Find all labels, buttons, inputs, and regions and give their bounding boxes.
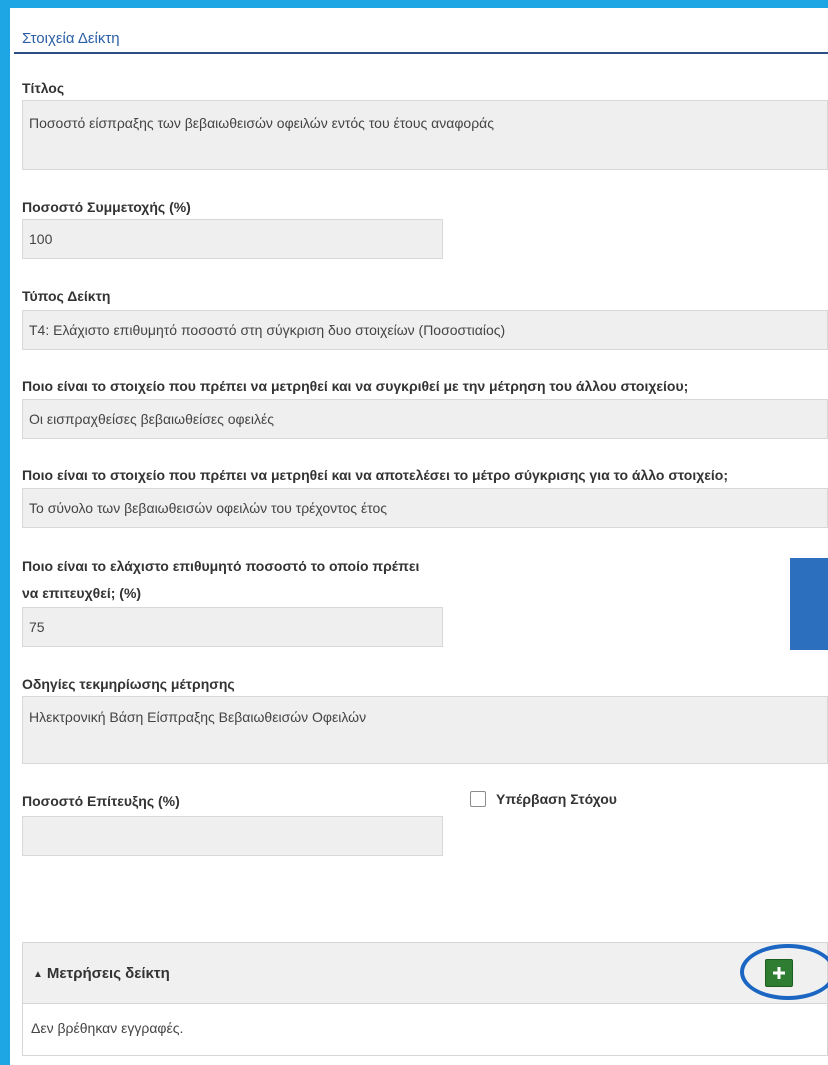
exceed-target-checkbox[interactable] [470,791,486,807]
exceed-target-label: Υπέρβαση Στόχου [496,791,617,807]
participation-label: Ποσοστό Συμμετοχής (%) [22,199,191,215]
measurements-title-wrap[interactable]: ▲ Μετρήσεις δείκτη [33,965,170,982]
indicator-type-field[interactable]: Τ4: Ελάχιστο επιθυμητό ποσοστό στη σύγκρ… [22,310,828,350]
achievement-label: Ποσοστό Επίτευξης (%) [22,793,180,809]
participation-value: 100 [29,231,53,247]
measured-item-field[interactable]: Οι εισπραχθείσες βεβαιωθείσες οφειλές [22,399,828,439]
documentation-value: Ηλεκτρονική Βάση Είσπραξης Βεβαιωθεισών … [29,709,367,725]
measurements-title: Μετρήσεις δείκτη [46,965,170,982]
chevron-up-icon: ▲ [33,969,43,980]
reference-item-label: Ποιο είναι το στοιχείο που πρέπει να μετ… [22,467,729,483]
measurements-panel-header[interactable]: ▲ Μετρήσεις δείκτη [22,942,828,1004]
reference-item-value: Το σύνολο των βεβαιωθεισών οφειλών του τ… [29,500,388,516]
section-divider [14,52,828,54]
min-percentage-label-line2: να επιτευχθεί; (%) [22,585,142,601]
title-value: Ποσοστό είσπραξης των βεβαιωθεισών οφειλ… [29,115,494,131]
title-field[interactable]: Ποσοστό είσπραξης των βεβαιωθεισών οφειλ… [22,100,828,170]
exceed-target-control[interactable]: Υπέρβαση Στόχου [470,791,617,807]
empty-records-text: Δεν βρέθηκαν εγγραφές. [31,1020,184,1036]
participation-field[interactable]: 100 [22,219,443,259]
title-label: Τίτλος [22,80,65,96]
side-panel-block [790,558,828,650]
indicator-type-value: Τ4: Ελάχιστο επιθυμητό ποσοστό στη σύγκρ… [29,322,506,338]
reference-item-field[interactable]: Το σύνολο των βεβαιωθεισών οφειλών του τ… [22,488,828,528]
min-percentage-label-line1: Ποιο είναι το ελάχιστο επιθυμητό ποσοστό… [22,558,420,574]
highlight-circle [740,944,828,1000]
min-percentage-value: 75 [29,619,45,635]
documentation-label: Οδηγίες τεκμηρίωσης μέτρησης [22,676,235,692]
documentation-field[interactable]: Ηλεκτρονική Βάση Είσπραξης Βεβαιωθεισών … [22,696,828,764]
measured-item-value: Οι εισπραχθείσες βεβαιωθείσες οφειλές [29,411,274,427]
achievement-field[interactable] [22,816,443,856]
indicator-type-label: Τύπος Δείκτη [22,288,111,304]
measurements-panel-body: Δεν βρέθηκαν εγγραφές. [22,1004,828,1056]
min-percentage-field[interactable]: 75 [22,607,443,647]
measured-item-label: Ποιο είναι το στοιχείο που πρέπει να μετ… [22,378,689,394]
section-title: Στοιχεία Δείκτη [22,30,120,47]
